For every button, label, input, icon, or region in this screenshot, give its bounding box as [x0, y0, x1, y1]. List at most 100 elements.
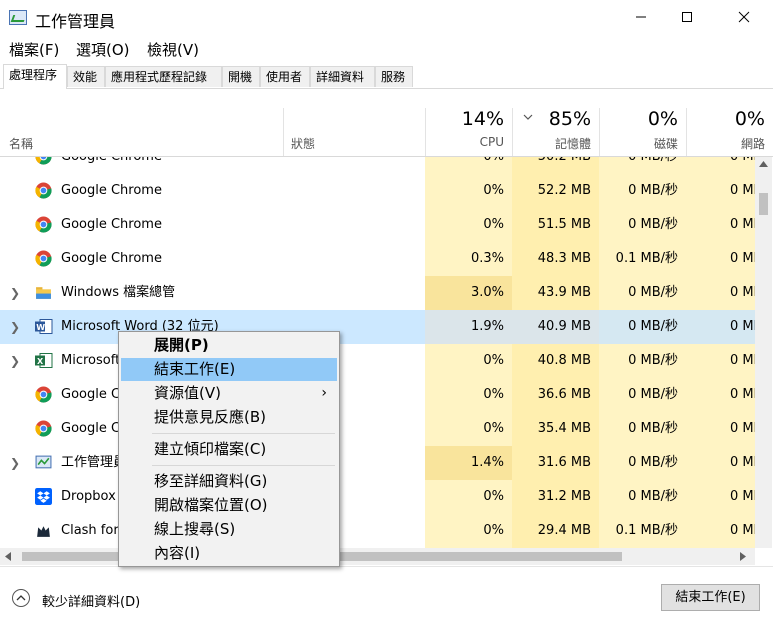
memory-value: 40.9 MB: [537, 319, 591, 334]
expand-chevron-icon[interactable]: ❯: [10, 446, 20, 480]
table-row[interactable]: Google Chrome 0% 51.5 MB 0 MB/秒 0 Mb: [0, 208, 755, 242]
column-name[interactable]: 名稱: [0, 108, 283, 156]
context-menu-item[interactable]: 建立傾印檔案(C): [121, 438, 337, 461]
column-disk[interactable]: 0% 磁碟: [599, 108, 686, 156]
close-button[interactable]: [721, 0, 767, 36]
context-menu-item-label: 結束工作(E): [154, 360, 236, 378]
task-manager-icon: [35, 454, 52, 471]
cpu-value: 0%: [483, 489, 504, 504]
process-list: Google Chrome0%50.2 MB0 MB/秒0 MbGoogle C…: [0, 157, 755, 548]
context-menu-item[interactable]: 開啟檔案位置(O): [121, 494, 337, 517]
table-row[interactable]: ❯ 工作管理員 1.4% 31.6 MB 0 MB/秒 0 Mb: [0, 446, 755, 480]
table-row[interactable]: Google Chrome 0% 52.2 MB 0 MB/秒 0 Mb: [0, 174, 755, 208]
context-menu-item[interactable]: 移至詳細資料(G): [121, 470, 337, 493]
context-menu-item-label: 線上搜尋(S): [154, 520, 236, 538]
clash-icon: [35, 522, 52, 539]
task-manager-app-icon: [9, 10, 27, 25]
chrome-icon: [35, 182, 52, 199]
submenu-arrow-icon: ›: [321, 385, 327, 401]
tab-users[interactable]: 使用者: [260, 66, 310, 87]
disk-value: 0 MB/秒: [628, 319, 678, 334]
table-row[interactable]: Google C 0% 35.4 MB 0 MB/秒 0 Mb: [0, 412, 755, 446]
cpu-value: 0%: [483, 387, 504, 402]
table-row[interactable]: Dropbox 0% 31.2 MB 0 MB/秒 0 Mb: [0, 480, 755, 514]
disk-value: 0 MB/秒: [628, 387, 678, 402]
tab-processes[interactable]: 處理程序: [3, 64, 67, 89]
context-menu-item[interactable]: 結束工作(E): [121, 358, 337, 381]
disk-total: 0%: [647, 108, 678, 130]
menu-options[interactable]: 選項(O): [76, 39, 130, 60]
tab-app-history[interactable]: 應用程式歷程記錄: [105, 66, 222, 87]
memory-value: 31.2 MB: [537, 489, 591, 504]
folder-icon: [35, 284, 52, 301]
table-row[interactable]: Clash for W0%29.4 MB0.1 MB/秒0 Mb: [0, 514, 755, 548]
network-value: 0 Mb: [730, 183, 755, 198]
vertical-scroll-thumb[interactable]: [759, 193, 768, 215]
vertical-scrollbar[interactable]: [755, 157, 772, 548]
scroll-left-icon: [5, 552, 11, 561]
column-status[interactable]: 狀態: [283, 108, 425, 156]
disk-value: 0 MB/秒: [599, 157, 678, 174]
context-menu-item[interactable]: 提供意見反應(B): [121, 406, 337, 429]
word-icon: W: [35, 318, 53, 335]
table-row[interactable]: ❯ W Microsoft Word (32 位元) 1.9% 40.9 MB 0 MB/…: [0, 310, 755, 344]
scroll-up-icon: [759, 161, 768, 167]
network-value: 0 Mb: [686, 157, 755, 174]
end-task-button[interactable]: 結束工作(E): [661, 584, 760, 611]
fewer-details-toggle[interactable]: [12, 589, 30, 607]
fewer-details-link[interactable]: 較少詳細資料(D): [42, 591, 140, 610]
context-menu-item[interactable]: 線上搜尋(S): [121, 518, 337, 541]
column-cpu[interactable]: 14% CPU: [425, 108, 512, 156]
disk-value: 0 MB/秒: [628, 183, 678, 198]
table-row[interactable]: ❯ Windows 檔案總管 3.0% 43.9 MB 0 MB/秒 0 Mb: [0, 276, 755, 310]
minimize-button[interactable]: [618, 0, 664, 36]
network-value: 0 Mb: [730, 217, 755, 232]
table-row[interactable]: ❯ X Microsoft 0% 40.8 MB 0 MB/秒 0 Mb: [0, 344, 755, 378]
expand-chevron-icon[interactable]: ❯: [10, 276, 20, 310]
context-menu-separator: [152, 465, 335, 466]
column-memory[interactable]: 85% 記憶體: [512, 108, 599, 156]
context-menu-item-label: 展開(P): [154, 336, 209, 354]
svg-text:W: W: [36, 323, 45, 332]
column-network[interactable]: 0% 網路: [686, 108, 773, 156]
title-bar: 工作管理員: [0, 0, 773, 36]
menu-view[interactable]: 檢視(V): [147, 39, 199, 60]
tab-startup[interactable]: 開機: [222, 66, 260, 87]
horizontal-scrollbar[interactable]: [0, 548, 755, 565]
svg-text:X: X: [37, 357, 44, 366]
disk-value: 0 MB/秒: [628, 353, 678, 368]
minimize-icon: [636, 16, 646, 18]
maximize-button[interactable]: [664, 0, 710, 36]
table-row[interactable]: Google Chrome 0.3% 48.3 MB 0.1 MB/秒 0 Mb: [0, 242, 755, 276]
table-row[interactable]: Google Chrome 0% 50.2 MB 0 MB/秒 0 Mb: [0, 157, 755, 174]
network-value: 0 Mb: [730, 387, 755, 402]
cpu-value: 0%: [483, 183, 504, 198]
cpu-value: 3.0%: [470, 285, 504, 300]
memory-value: 36.6 MB: [537, 387, 591, 402]
tab-services[interactable]: 服務: [375, 66, 413, 87]
expand-chevron-icon[interactable]: ❯: [10, 344, 20, 378]
context-menu-separator: [152, 433, 335, 434]
disk-value: 0 MB/秒: [628, 217, 678, 232]
tab-details[interactable]: 詳細資料: [310, 66, 375, 87]
window-title: 工作管理員: [35, 12, 116, 31]
context-menu-item[interactable]: 內容(I): [121, 542, 337, 565]
process-name: 工作管理員: [61, 455, 127, 470]
context-menu-item[interactable]: 資源值(V) ›: [121, 382, 337, 405]
table-row[interactable]: Google C 0% 36.6 MB 0 MB/秒 0 Mb: [0, 378, 755, 412]
expand-chevron-icon[interactable]: ❯: [10, 310, 20, 344]
process-name: Google Chrome: [61, 251, 162, 266]
process-name: Windows 檔案總管: [61, 285, 176, 300]
disk-value: 0 MB/秒: [628, 421, 678, 436]
process-name: Google C: [61, 387, 121, 402]
menu-file[interactable]: 檔案(F): [9, 39, 59, 60]
tab-performance[interactable]: 效能: [67, 66, 105, 87]
process-name: Dropbox: [61, 489, 116, 504]
cpu-value: 0%: [483, 217, 504, 232]
process-name: Google Chrome: [61, 183, 162, 198]
sort-chevron-down-icon: [523, 114, 533, 120]
context-menu-item[interactable]: 展開(P): [121, 334, 337, 357]
disk-value: 0.1 MB/秒: [615, 251, 678, 266]
network-value: 0 Mb: [730, 285, 755, 300]
excel-icon: X: [35, 352, 53, 369]
